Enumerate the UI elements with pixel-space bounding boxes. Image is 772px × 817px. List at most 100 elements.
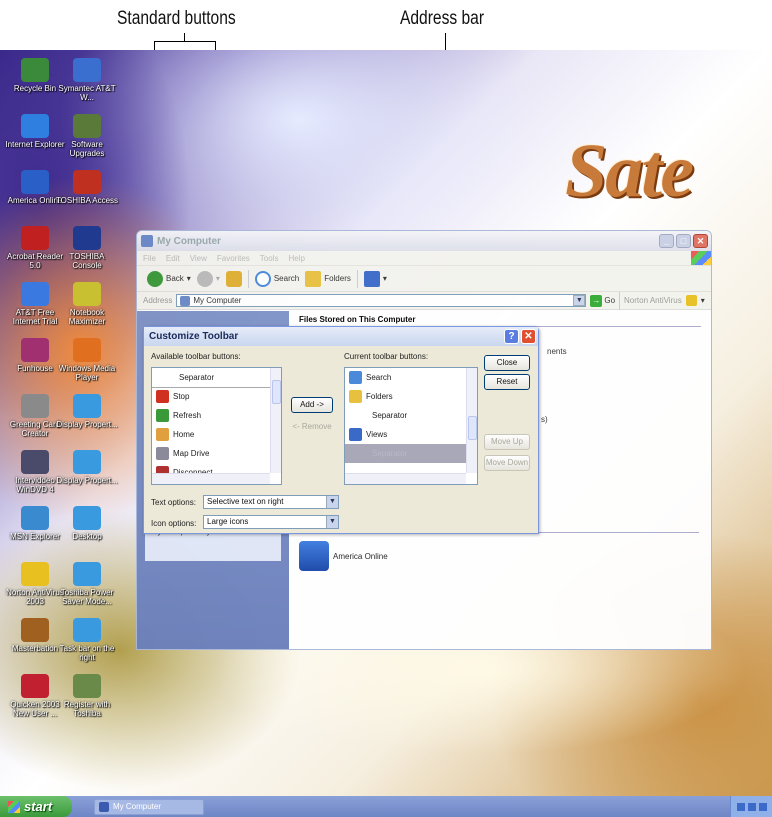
- list-item[interactable]: Search: [345, 368, 477, 387]
- chevron-down-icon[interactable]: ▾: [383, 274, 387, 283]
- minimize-button[interactable]: _: [659, 234, 674, 248]
- list-item[interactable]: Folders: [345, 387, 477, 406]
- desktop-icon[interactable]: Display Propert...: [54, 394, 120, 429]
- icon-options-select[interactable]: Large icons ▼: [203, 515, 339, 529]
- desktop-icon[interactable]: Windows Media Player: [54, 338, 120, 382]
- go-button[interactable]: → Go: [590, 294, 615, 307]
- desktop-icon[interactable]: Display Propert...: [54, 450, 120, 485]
- desktop-icon[interactable]: TOSHIBA Console: [54, 226, 120, 270]
- folders-label: Folders: [324, 274, 351, 283]
- chevron-down-icon[interactable]: ▼: [326, 496, 338, 508]
- desktop-icon-image: [21, 58, 49, 82]
- search-button[interactable]: Search: [254, 270, 300, 287]
- maximize-button[interactable]: □: [676, 234, 691, 248]
- text-options-select[interactable]: Selective text on right ▼: [203, 495, 339, 509]
- add-button[interactable]: Add ->: [291, 397, 333, 413]
- stop-icon: [156, 390, 169, 403]
- close-button[interactable]: ✕: [693, 234, 708, 248]
- current-label: Current toolbar buttons:: [344, 352, 429, 361]
- desktop-icon-label: Display Propert...: [56, 476, 118, 485]
- america-online-item[interactable]: America Online: [299, 541, 388, 571]
- search-icon: [349, 371, 362, 384]
- desktop-icon-image: [73, 170, 101, 194]
- list-item[interactable]: Separator: [152, 368, 281, 388]
- desktop-icon-image: [73, 562, 101, 586]
- scrollbar-thumb[interactable]: [272, 380, 281, 404]
- scrollbar[interactable]: [466, 368, 477, 473]
- scrollbar[interactable]: [270, 368, 281, 473]
- chevron-down-icon[interactable]: ▾: [187, 274, 191, 283]
- list-item[interactable]: Refresh: [152, 406, 281, 425]
- taskbar-item-my-computer[interactable]: My Computer: [94, 798, 204, 815]
- chevron-down-icon[interactable]: ▼: [326, 516, 338, 528]
- reset-button[interactable]: Reset: [484, 374, 530, 390]
- desktop-icon-image: [21, 170, 49, 194]
- start-label: start: [24, 799, 53, 814]
- views-button[interactable]: ▾: [363, 270, 387, 287]
- up-folder-button[interactable]: [225, 270, 242, 287]
- remove-button[interactable]: <- Remove: [289, 420, 335, 436]
- move-down-button[interactable]: Move Down: [484, 455, 530, 471]
- menu-file[interactable]: File: [143, 254, 156, 263]
- desktop-icon[interactable]: Toshiba Power Saver Mode...: [54, 562, 120, 606]
- desktop-icon[interactable]: TOSHIBA Access: [54, 170, 120, 205]
- menu-tools[interactable]: Tools: [260, 254, 279, 263]
- back-label: Back: [166, 274, 184, 283]
- windows-logo-icon: [8, 800, 20, 813]
- desktop-icon-label: Toshiba Power Saver Mode...: [60, 588, 114, 606]
- desktop-icon[interactable]: Register with Toshiba: [54, 674, 120, 718]
- menu-edit[interactable]: Edit: [166, 254, 180, 263]
- search-label: Search: [273, 274, 300, 283]
- start-button[interactable]: start: [0, 796, 72, 817]
- folders-button[interactable]: Folders: [305, 270, 351, 287]
- list-item-label: Home: [173, 430, 195, 439]
- desktop-icon[interactable]: Software Upgrades: [54, 114, 120, 158]
- move-up-button[interactable]: Move Up: [484, 434, 530, 450]
- desktop-icon[interactable]: Desktop: [54, 506, 120, 541]
- aol-icon: [299, 541, 329, 571]
- dialog-close-button[interactable]: ✕: [521, 329, 536, 344]
- my-computer-icon: [180, 295, 191, 306]
- dialog-titlebar[interactable]: Customize Toolbar ? ✕: [144, 327, 538, 346]
- list-item[interactable]: Separator: [345, 444, 477, 463]
- list-item[interactable]: Home: [152, 425, 281, 444]
- desktop-icon[interactable]: Notebook Maximizer: [54, 282, 120, 326]
- desktop-icon-image: [73, 618, 101, 642]
- desktop-icon-image: [21, 114, 49, 138]
- desktop-icon-image: [21, 282, 49, 306]
- scrollbar[interactable]: [345, 473, 466, 484]
- help-button[interactable]: ?: [504, 329, 519, 344]
- icon-options-value: Large icons: [207, 517, 249, 526]
- map-drive-icon: [156, 447, 169, 460]
- address-input[interactable]: My Computer ▼: [176, 294, 587, 307]
- chevron-down-icon[interactable]: ▾: [216, 274, 220, 283]
- menu-favorites[interactable]: Favorites: [217, 254, 250, 263]
- desktop-icon[interactable]: Task bar on the right: [54, 618, 120, 662]
- scrollbar[interactable]: [152, 473, 270, 484]
- forward-button[interactable]: ▾: [196, 270, 220, 287]
- tray-icon[interactable]: [736, 802, 745, 811]
- separator: [356, 269, 358, 288]
- current-buttons-list[interactable]: Search Folders Separator Views Separator: [344, 367, 478, 485]
- window-titlebar[interactable]: My Computer _ □ ✕: [137, 231, 711, 251]
- available-buttons-list[interactable]: SeparatorStopRefreshHomeMap DriveDisconn…: [151, 367, 282, 485]
- list-item[interactable]: Separator: [345, 406, 477, 425]
- menu-help[interactable]: Help: [288, 254, 304, 263]
- desktop-icon-image: [73, 226, 101, 250]
- desktop-icon[interactable]: Symantec AT&T W...: [54, 58, 120, 102]
- list-item[interactable]: Map Drive: [152, 444, 281, 463]
- desktop-icon-image: [73, 506, 101, 530]
- menu-bar: File Edit View Favorites Tools Help: [137, 251, 711, 266]
- list-item[interactable]: Stop: [152, 387, 281, 406]
- chevron-down-icon[interactable]: ▼: [573, 295, 586, 306]
- back-button[interactable]: Back ▾: [147, 270, 191, 287]
- tray-icon[interactable]: [747, 802, 756, 811]
- tray-icon[interactable]: [758, 802, 767, 811]
- chevron-down-icon[interactable]: ▾: [701, 296, 705, 305]
- menu-view[interactable]: View: [190, 254, 207, 263]
- close-dialog-button[interactable]: Close: [484, 355, 530, 371]
- scrollbar-thumb[interactable]: [468, 416, 477, 440]
- norton-label[interactable]: Norton AntiVirus: [624, 296, 682, 305]
- norton-icon[interactable]: [685, 295, 697, 306]
- list-item[interactable]: Views: [345, 425, 477, 444]
